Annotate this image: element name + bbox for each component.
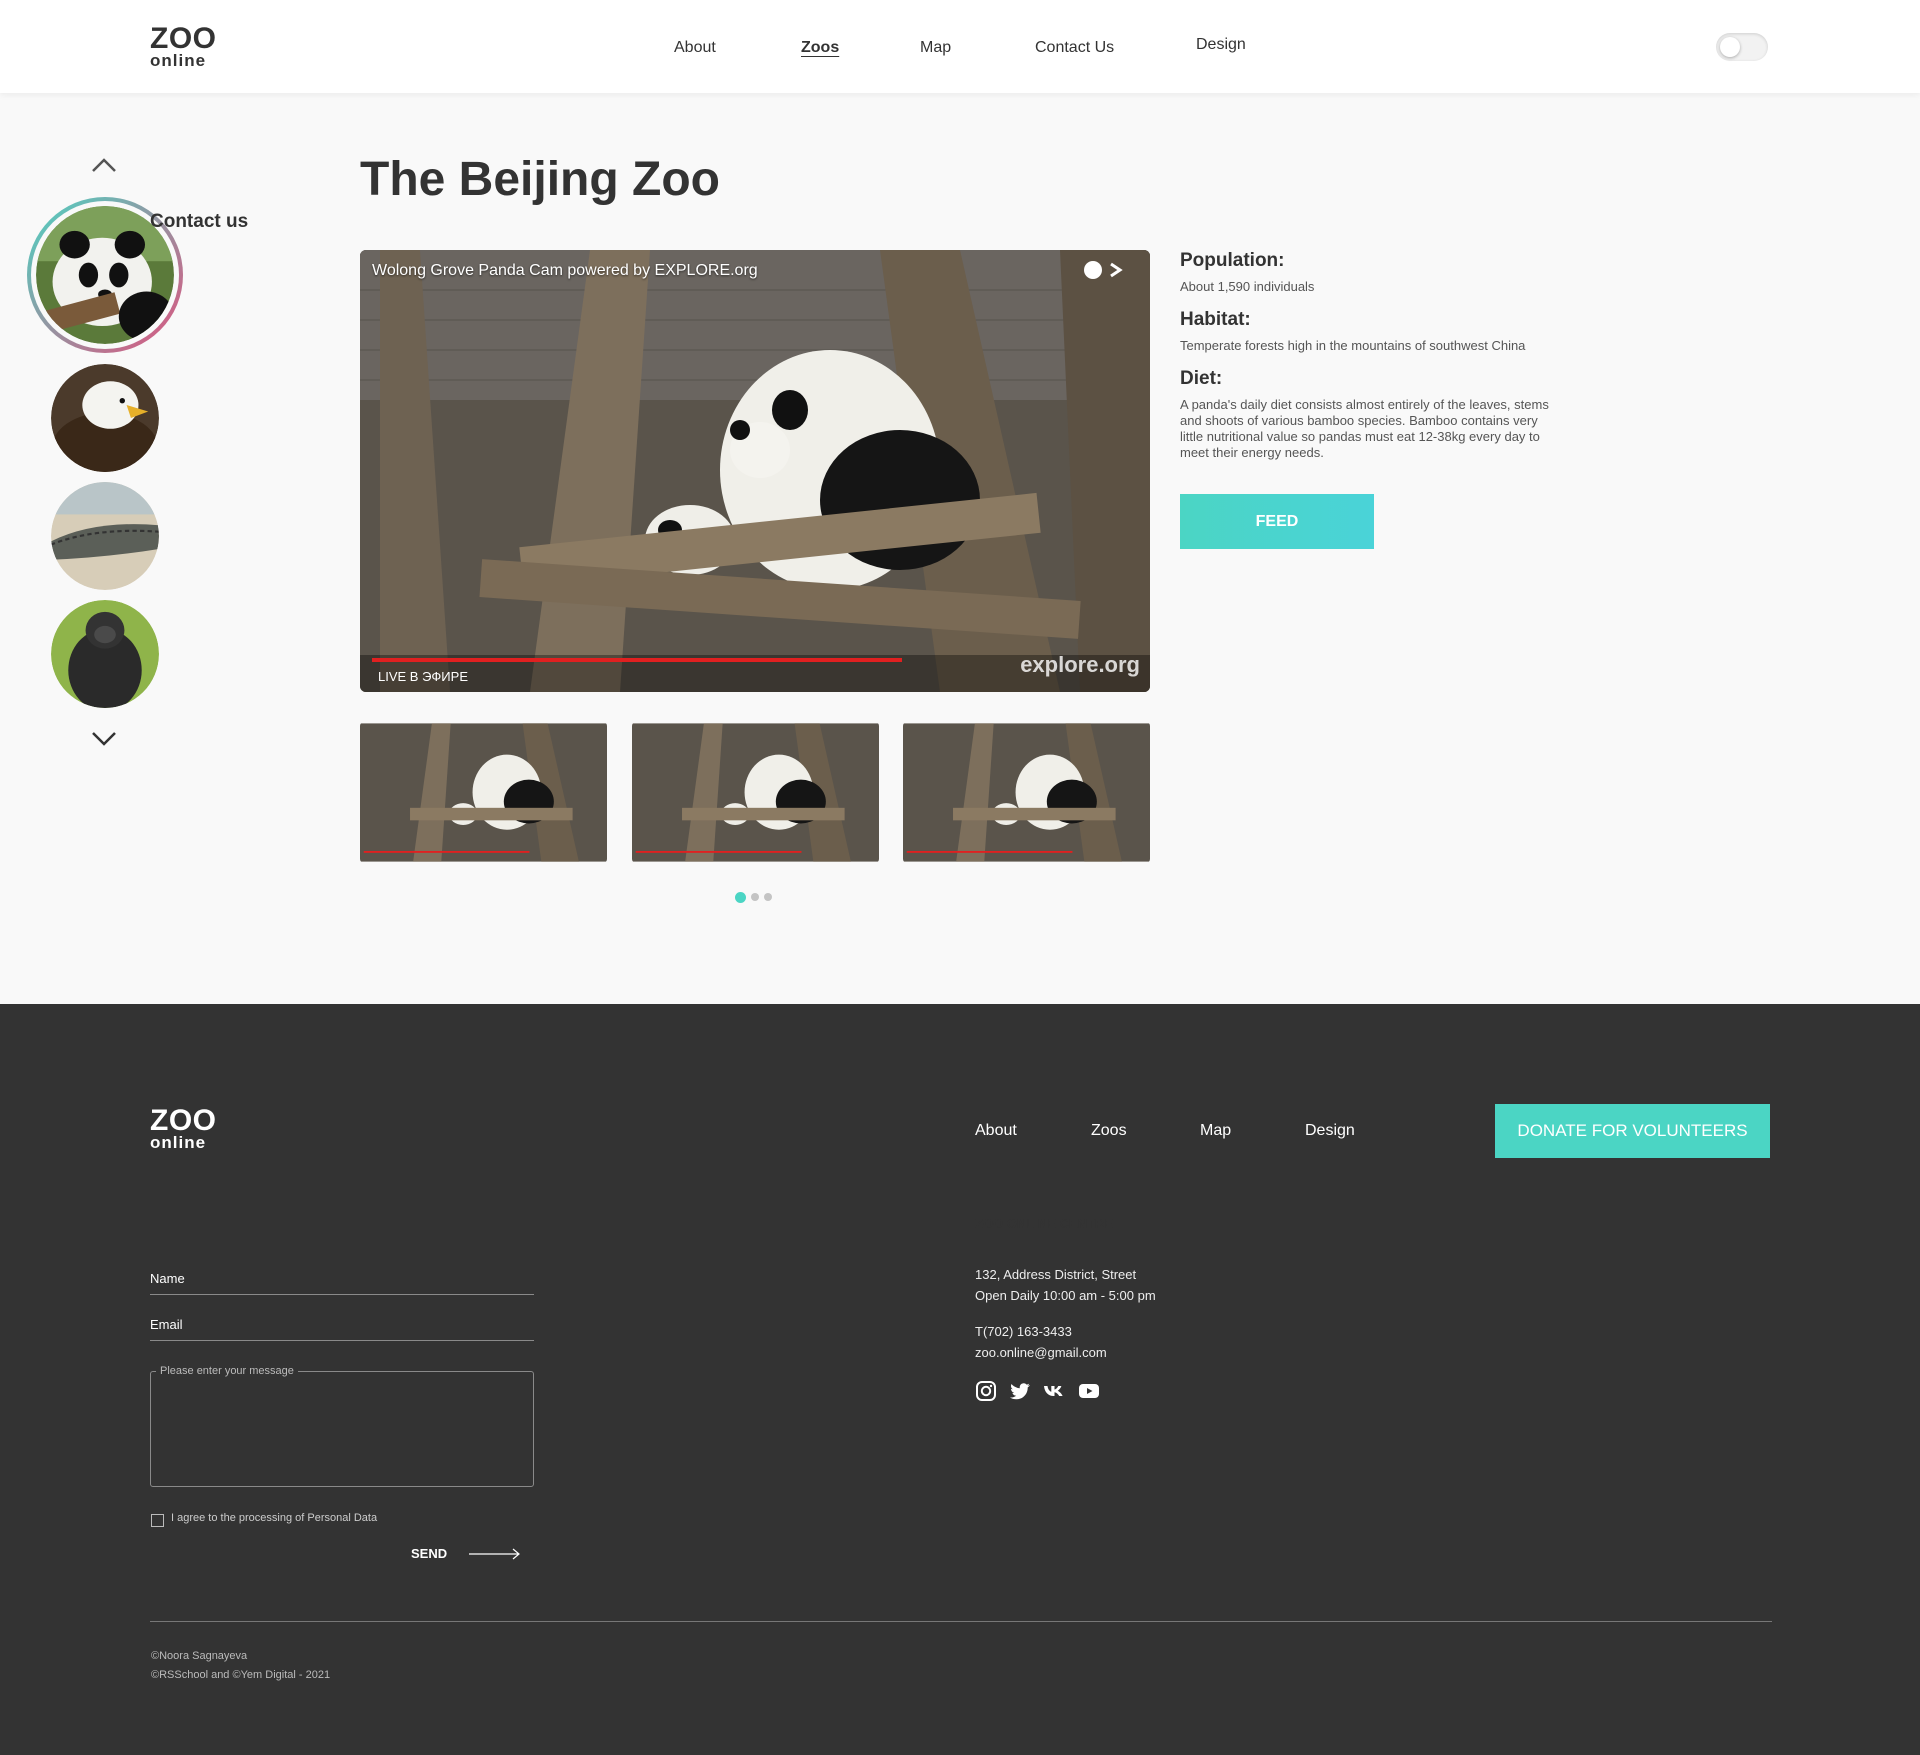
centre-title: ZOO ONLINE CENTRE	[975, 1216, 1113, 1231]
donate-button[interactable]: DONATE FOR VOLUNTEERS	[1495, 1104, 1770, 1158]
carousel-dot[interactable]	[764, 893, 772, 901]
eagle-image	[51, 364, 159, 472]
agree-checkbox[interactable]	[151, 1514, 164, 1527]
footer-logo[interactable]: ZOO online	[150, 1104, 217, 1152]
video-frame	[360, 250, 1150, 692]
vk-icon[interactable]	[1043, 1380, 1065, 1402]
send-button[interactable]: SEND	[411, 1546, 447, 1561]
nav-map[interactable]: Map	[920, 39, 951, 57]
message-textarea[interactable]	[150, 1371, 534, 1487]
population-text: About 1,590 individuals	[1180, 279, 1315, 294]
feed-button[interactable]: FEED	[1180, 494, 1374, 549]
copyright-rsschool: ©RSSchool and ©Yem Digital - 2021	[151, 1669, 331, 1681]
nav-contact-us[interactable]: Contact Us	[1035, 39, 1114, 57]
chevron-down-icon[interactable]	[90, 724, 118, 752]
youtube-icon[interactable]	[1078, 1380, 1100, 1402]
instagram-icon[interactable]	[975, 1380, 997, 1402]
hours: Open Daily 10:00 am - 5:00 pm	[975, 1288, 1156, 1303]
nav-zoos[interactable]: Zoos	[801, 39, 839, 57]
chevron-up-icon[interactable]	[90, 152, 118, 180]
message-placeholder: Please enter your message	[156, 1365, 298, 1377]
footer-nav-map[interactable]: Map	[1200, 1122, 1231, 1140]
video-title: Wolong Grove Panda Cam powered by EXPLOR…	[372, 262, 758, 279]
copyright-author: ©Noora Sagnayeva	[151, 1650, 248, 1662]
carousel-dot[interactable]	[751, 893, 759, 901]
population-title: Population:	[1180, 250, 1285, 271]
video-player[interactable]: Wolong Grove Panda Cam powered by EXPLOR…	[360, 250, 1150, 692]
diet-title: Diet:	[1180, 368, 1223, 389]
address: 132, Address District, Street	[975, 1267, 1137, 1282]
arrow-right-icon[interactable]	[469, 1548, 521, 1560]
habitat-text: Temperate forests high in the mountains …	[1180, 338, 1526, 353]
name-label: Name	[150, 1271, 185, 1286]
agree-label: I agree to the processing of Personal Da…	[171, 1512, 378, 1524]
alligator-image	[51, 482, 159, 590]
phone[interactable]: T(702) 163-3433	[975, 1324, 1072, 1339]
logo-zoo: ZOO	[150, 22, 217, 55]
diet-text: A panda's daily diet consists almost ent…	[1180, 397, 1549, 460]
email-label: Email	[150, 1317, 183, 1332]
footer-logo-zoo: ZOO	[150, 1104, 217, 1137]
video-thumb[interactable]	[903, 722, 1150, 863]
footer-nav-about[interactable]: About	[975, 1122, 1017, 1140]
video-thumb[interactable]	[360, 722, 607, 863]
email-field[interactable]: Email	[150, 1317, 534, 1341]
video-watermark: explore.org	[1020, 652, 1140, 677]
email-link[interactable]: zoo.online@gmail.com	[975, 1345, 1107, 1360]
nav-design[interactable]: Design	[1196, 36, 1246, 54]
gorilla-image	[51, 600, 159, 708]
contact-title: Contact us	[150, 211, 249, 232]
video-live-label: LIVE В ЭФИРЕ	[378, 669, 468, 684]
animal-thumb-gorilla[interactable]	[51, 600, 159, 708]
name-field[interactable]: Name	[150, 1271, 534, 1295]
header: ZOO online About Zoos Map Contact Us Des…	[0, 0, 1920, 93]
logo[interactable]: ZOO online	[150, 22, 217, 70]
footer-nav-zoos[interactable]: Zoos	[1091, 1122, 1127, 1140]
footer-nav-design[interactable]: Design	[1305, 1122, 1355, 1140]
animal-thumb-eagle[interactable]	[51, 364, 159, 472]
theme-toggle[interactable]	[1716, 33, 1768, 61]
habitat-title: Habitat:	[1180, 309, 1251, 330]
twitter-icon[interactable]	[1009, 1380, 1031, 1402]
footer-divider	[150, 1621, 1772, 1622]
nav-about[interactable]: About	[674, 39, 716, 57]
page-title: The Beijing Zoo	[360, 153, 720, 206]
toggle-knob	[1720, 37, 1740, 57]
carousel-dot[interactable]	[735, 892, 746, 903]
animal-info: Population: About 1,590 individuals Habi…	[1180, 250, 1560, 475]
animal-thumb-alligator[interactable]	[51, 482, 159, 590]
video-thumb[interactable]	[632, 722, 879, 863]
